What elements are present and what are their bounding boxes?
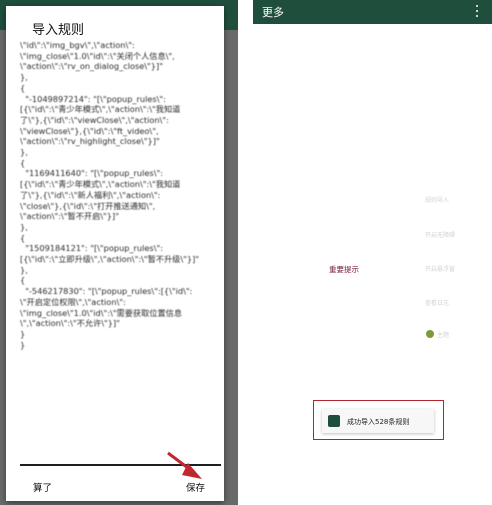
code-line: [{\"id\":\"青少年模式\",\"action\":\"我知道: [20, 179, 181, 190]
app-icon: [328, 415, 340, 427]
code-line: \"viewClose\"},{\"id\":\"ft_video\",: [20, 125, 159, 136]
code-line: },: [20, 221, 28, 232]
code-line: "1169411640": "[\"popup_rules\":: [20, 168, 163, 179]
app-bar-title: 更多: [262, 6, 284, 19]
menu-item-faint[interactable]: 查看日志: [425, 298, 449, 307]
code-line: "1509184121": "[\"popup_rules\":: [20, 243, 163, 254]
code-line: },: [20, 264, 28, 275]
code-line: \"img_close\"1.0\"id\":\"需要获取位置信息: [20, 307, 183, 318]
theme-icon: [426, 330, 434, 338]
code-line: {: [20, 275, 26, 286]
code-line: {: [20, 157, 26, 168]
menu-item-faint[interactable]: 开启悬浮窗: [425, 264, 455, 273]
code-line: "-546217830": "[\"popup_rules\":[{\"id\"…: [20, 286, 193, 297]
menu-item-faint[interactable]: 规则导入: [425, 195, 449, 204]
annotation-arrow: [167, 451, 202, 479]
code-line: \",\"action\":\"不允许\"}]": [20, 318, 120, 329]
rules-text-area[interactable]: \"id\":\"img_bgv\",\"action\": \"img_clos…: [20, 40, 218, 460]
code-line: \"开启定位权限\",\"action\":: [20, 296, 126, 307]
save-button[interactable]: 保存: [186, 480, 205, 494]
import-rules-dialog: 导入规则 \"id\":\"img_bgv\",\"action\": \"img…: [6, 6, 224, 501]
toast-highlight-box: 成功导入528条规则: [313, 400, 444, 440]
code-line: }: [20, 328, 26, 339]
menu-item-faint[interactable]: 主题: [437, 330, 449, 339]
code-line: 了\"},{\"id\":\"viewClose\",\"action\":: [20, 114, 169, 125]
code-line: \"close\"},{\"id\":\"打开推送通知\",: [20, 200, 156, 211]
code-line: [{\"id\":\"立即升级\",\"action\":\"暂不升级\"}]": [20, 254, 200, 265]
code-line: \"action\":\"rv_on_dialog_close\"}]": [20, 61, 163, 72]
panel-divider: [238, 0, 253, 505]
code-line: \"action\":\"暂不开启\"}]": [20, 211, 119, 222]
left-screenshot: 导入规则 \"id\":\"img_bgv\",\"action\": \"img…: [0, 0, 238, 505]
dialog-title: 导入规则: [32, 23, 85, 38]
code-line: },: [20, 72, 28, 83]
cancel-button[interactable]: 算了: [33, 480, 52, 494]
important-notice-link[interactable]: 重要提示: [329, 264, 359, 275]
code-line: {: [20, 82, 26, 93]
code-line: [{\"id\":\"青少年模式\",\"action\":\"我知道: [20, 104, 181, 115]
code-line: }: [20, 339, 26, 350]
code-line: \"action\":\"rv_highlight_close\"}]": [20, 136, 160, 147]
code-line: },: [20, 147, 28, 158]
right-screenshot: 更多 规则导入 开启无障碍 开启悬浮窗 查看日志 主题 重要提示 成功导入528…: [253, 0, 492, 505]
code-line: {: [20, 232, 26, 243]
code-line: "-1049897214": "[\"popup_rules\":: [20, 93, 166, 104]
code-line: \"img_close\"1.0\"id\":\"关闭个人信息\",: [20, 50, 175, 61]
toast-message: 成功导入528条规则: [347, 418, 410, 426]
code-line: \"id\":\"img_bgv\",\"action\":: [20, 40, 135, 50]
toast: 成功导入528条规则: [322, 409, 434, 433]
menu-item-faint[interactable]: 开启无障碍: [425, 230, 455, 239]
app-bar: 更多: [253, 0, 492, 24]
more-vert-icon[interactable]: [473, 3, 481, 19]
code-line: 了\"},{\"id\":\"新人福利\",\"action\":: [20, 189, 161, 200]
